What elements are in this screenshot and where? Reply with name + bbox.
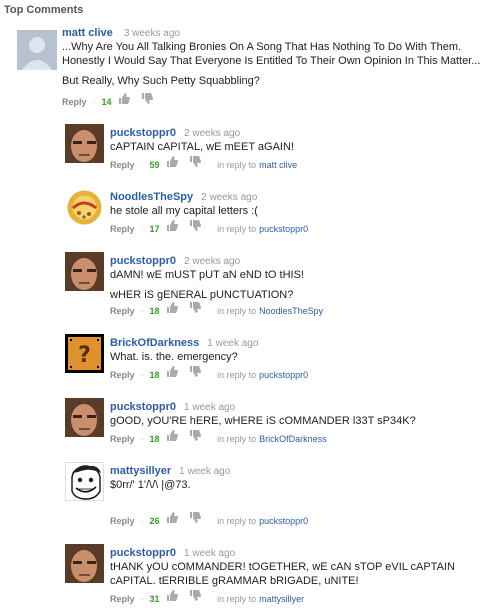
in-reply-to-link[interactable]: puckstoppr0 bbox=[259, 368, 308, 382]
thumbs-down-icon[interactable] bbox=[189, 220, 201, 231]
in-reply-to-label: in reply to bbox=[217, 593, 257, 604]
thumbs-up-icon[interactable] bbox=[166, 590, 179, 601]
vote-count: 59 bbox=[149, 159, 160, 170]
thumbs-up-icon[interactable] bbox=[166, 302, 179, 313]
thumbs-up-icon[interactable] bbox=[166, 512, 179, 523]
reply-button[interactable]: Reply bbox=[110, 158, 135, 172]
in-reply-to-link[interactable]: BrickOfDarkness bbox=[259, 432, 327, 446]
avatar[interactable] bbox=[65, 252, 104, 291]
vote-count: 31 bbox=[149, 593, 160, 604]
thumbs-up-icon[interactable] bbox=[118, 93, 131, 104]
comment-author[interactable]: puckstoppr0 bbox=[110, 127, 176, 139]
comment-author[interactable]: puckstoppr0 bbox=[110, 255, 176, 267]
comment-time: 2 weeks ago bbox=[184, 128, 241, 139]
user-avatar-face bbox=[65, 398, 104, 437]
in-reply-to-label: in reply to bbox=[217, 223, 257, 234]
comment-text: cAPTAIN cAPITAL, wE mEET aGAIN! bbox=[110, 141, 294, 153]
comment-time: 1 week ago bbox=[184, 402, 236, 413]
thumbs-down-icon[interactable] bbox=[189, 156, 201, 167]
reply-button[interactable]: Reply bbox=[62, 95, 87, 109]
vote-count: 18 bbox=[149, 369, 160, 380]
comment-author[interactable]: NoodlesTheSpy bbox=[110, 191, 193, 203]
avatar[interactable] bbox=[65, 398, 104, 437]
user-avatar-face bbox=[65, 124, 104, 163]
thumbs-up-icon[interactable] bbox=[166, 220, 179, 231]
comment-time: 3 weeks ago bbox=[123, 28, 180, 39]
thumbs-down-icon[interactable] bbox=[141, 93, 153, 104]
comment-author[interactable]: matt clive bbox=[62, 27, 113, 39]
user-avatar-face bbox=[65, 252, 104, 291]
thumbs-up-icon[interactable] bbox=[166, 366, 179, 377]
vote-count: 14 bbox=[101, 96, 112, 107]
in-reply-to-link[interactable]: puckstoppr0 bbox=[259, 222, 308, 236]
reply-button[interactable]: Reply bbox=[110, 432, 135, 446]
comment-text: But Really, Why Such Petty Squabbling? bbox=[62, 75, 260, 87]
comment-author[interactable]: BrickOfDarkness bbox=[110, 337, 199, 349]
thumbs-up-icon[interactable] bbox=[166, 430, 179, 441]
comment-time: 1 week ago bbox=[179, 466, 231, 477]
in-reply-to-link[interactable]: puckstoppr0 bbox=[259, 514, 308, 528]
comment-text: tHANK yOU cOMMANDER! tOGETHER, wE cAN sT… bbox=[110, 561, 455, 573]
comment-time: 1 week ago bbox=[207, 338, 259, 349]
svg-text:?: ? bbox=[78, 343, 91, 368]
comment-text: What. is. the. emergency? bbox=[110, 351, 238, 363]
comment-text: ...Why Are You All Talking Bronies On A … bbox=[62, 41, 462, 53]
reply-button[interactable]: Reply bbox=[110, 222, 135, 236]
thumbs-down-icon[interactable] bbox=[189, 366, 201, 377]
reply-button[interactable]: Reply bbox=[110, 368, 135, 382]
comment-author[interactable]: puckstoppr0 bbox=[110, 401, 176, 413]
comment-time: 2 weeks ago bbox=[201, 192, 258, 203]
avatar[interactable] bbox=[65, 124, 104, 163]
avatar[interactable]: ? bbox=[65, 334, 104, 373]
thumbs-down-icon[interactable] bbox=[189, 590, 201, 601]
in-reply-to-label: in reply to bbox=[217, 369, 257, 380]
in-reply-to-label: in reply to bbox=[217, 159, 257, 170]
comment-text: $0rr/' 1'/\/\ |@73. bbox=[110, 479, 191, 491]
comment-text: Honestly I Would Say That Everyone Is En… bbox=[62, 55, 481, 67]
thumbs-down-icon[interactable] bbox=[189, 430, 201, 441]
comment-time: 2 weeks ago bbox=[184, 256, 241, 267]
user-avatar-face bbox=[65, 544, 104, 583]
comment-text: dAMN! wE mUST pUT aN eND tO tHIS! bbox=[110, 269, 304, 281]
avatar[interactable] bbox=[65, 544, 104, 583]
comment-text: cAPITAL. tERRIBLE gRAMMAR bRIGADE, uNITE… bbox=[110, 575, 359, 587]
in-reply-to-label: in reply to bbox=[217, 305, 257, 316]
in-reply-to-link[interactable]: matt clive bbox=[259, 158, 297, 172]
thumbs-down-icon[interactable] bbox=[189, 512, 201, 523]
avatar[interactable] bbox=[65, 462, 104, 501]
section-title: Top Comments bbox=[4, 4, 84, 16]
comment-text: wHER iS gENERAL pUNCTUATION? bbox=[110, 289, 294, 301]
comment-text: gOOD, yOU'RE hERE, wHERE iS cOMMANDER l3… bbox=[110, 415, 416, 427]
in-reply-to-label: in reply to bbox=[217, 515, 257, 526]
in-reply-to-link[interactable]: NoodlesTheSpy bbox=[259, 304, 323, 318]
comment-author[interactable]: puckstoppr0 bbox=[110, 547, 176, 559]
thumbs-down-icon[interactable] bbox=[189, 302, 201, 313]
comment-author[interactable]: mattysillyer bbox=[110, 465, 171, 477]
vote-count: 26 bbox=[149, 515, 160, 526]
vote-count: 18 bbox=[149, 433, 160, 444]
reply-button[interactable]: Reply bbox=[110, 514, 135, 528]
avatar[interactable] bbox=[65, 188, 104, 227]
in-reply-to-link[interactable]: mattysillyer bbox=[259, 592, 304, 606]
comment-text: he stole all my capital letters :( bbox=[110, 205, 258, 217]
reply-button[interactable]: Reply bbox=[110, 304, 135, 318]
reply-button[interactable]: Reply bbox=[110, 592, 135, 606]
question-block-avatar: ? bbox=[65, 334, 104, 373]
comment-time: 1 week ago bbox=[184, 548, 236, 559]
vote-count: 17 bbox=[149, 223, 160, 234]
vote-count: 18 bbox=[149, 305, 160, 316]
avatar[interactable] bbox=[17, 30, 57, 70]
troll-face-avatar bbox=[66, 463, 103, 500]
cereal-logo-avatar bbox=[65, 188, 104, 227]
thumbs-up-icon[interactable] bbox=[166, 156, 179, 167]
default-user-icon bbox=[17, 30, 57, 70]
in-reply-to-label: in reply to bbox=[217, 433, 257, 444]
